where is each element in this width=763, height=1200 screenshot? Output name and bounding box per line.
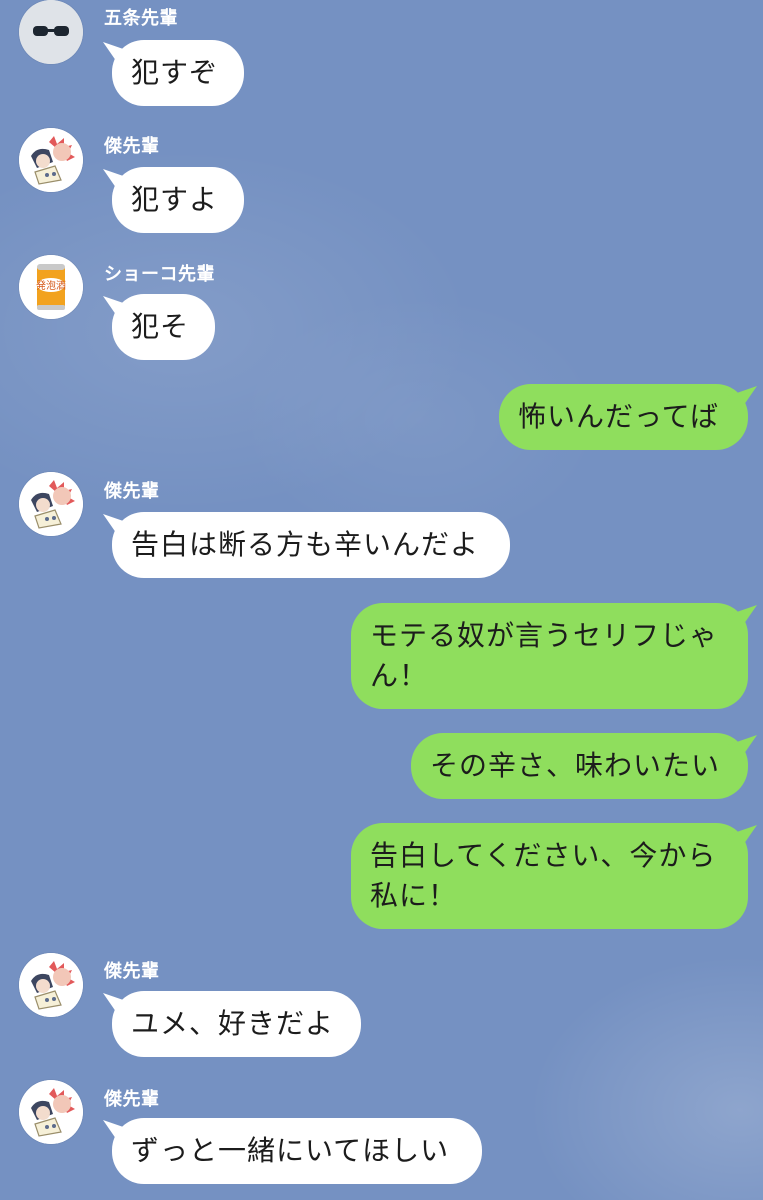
sender-name: 傑先輩 xyxy=(104,136,160,157)
anime-character-avatar-icon[interactable] xyxy=(19,953,83,1017)
message-bubble[interactable]: ユメ、好きだよ xyxy=(112,991,361,1057)
sender-name: 傑先輩 xyxy=(104,961,160,982)
message-bubble-outgoing[interactable]: その辛さ、味わいたい xyxy=(411,733,748,799)
message-bubble[interactable]: ずっと一緒にいてほしい xyxy=(112,1118,482,1184)
message-bubble[interactable]: 犯そ xyxy=(112,294,215,360)
message-text: 告白は断る方も辛いんだよ xyxy=(131,528,480,561)
sender-name: 五条先輩 xyxy=(104,8,178,29)
anime-character-avatar-icon[interactable] xyxy=(19,128,83,192)
message-bubble-outgoing[interactable]: 告白してください、今から 私に！ xyxy=(351,823,748,929)
message-text: その辛さ、味わいたい xyxy=(430,749,721,782)
message-text-line: モテる奴が言うセリフじゃ xyxy=(370,619,719,652)
sunglasses-avatar-icon[interactable] xyxy=(19,0,83,64)
message-bubble[interactable]: 犯すぞ xyxy=(112,40,244,106)
anime-character-avatar-icon[interactable] xyxy=(19,1080,83,1144)
message-text: ユメ、好きだよ xyxy=(131,1007,335,1040)
message-text: 怖いんだってば xyxy=(518,400,720,433)
sender-name: 傑先輩 xyxy=(104,481,160,502)
sender-name: ショーコ先輩 xyxy=(104,264,215,285)
message-text: 犯すぞ xyxy=(131,56,219,89)
anime-character-avatar-icon[interactable] xyxy=(19,472,83,536)
message-bubble[interactable]: 犯すよ xyxy=(112,167,244,233)
svg-text:発泡酒: 発泡酒 xyxy=(36,279,66,292)
message-bubble[interactable]: 告白は断る方も辛いんだよ xyxy=(112,512,510,578)
message-text-line: 私に！ xyxy=(370,879,458,912)
beer-can-avatar-icon[interactable]: 発泡酒 xyxy=(19,255,83,319)
message-text: ずっと一緒にいてほしい xyxy=(131,1134,450,1167)
chat-area[interactable]: 五条先輩 犯すぞ 傑先輩 犯すよ 発泡酒 ショーコ先輩 犯そ 怖いんだってば 傑… xyxy=(0,0,763,1200)
message-text-line: 告白してください、今から xyxy=(370,839,717,872)
message-text-line: ん！ xyxy=(370,659,429,692)
sender-name: 傑先輩 xyxy=(104,1089,160,1110)
message-text: 犯すよ xyxy=(131,183,219,216)
message-text: 犯そ xyxy=(131,310,190,343)
message-bubble-outgoing[interactable]: モテる奴が言うセリフじゃ ん！ xyxy=(351,603,748,709)
message-bubble-outgoing[interactable]: 怖いんだってば xyxy=(499,384,748,450)
